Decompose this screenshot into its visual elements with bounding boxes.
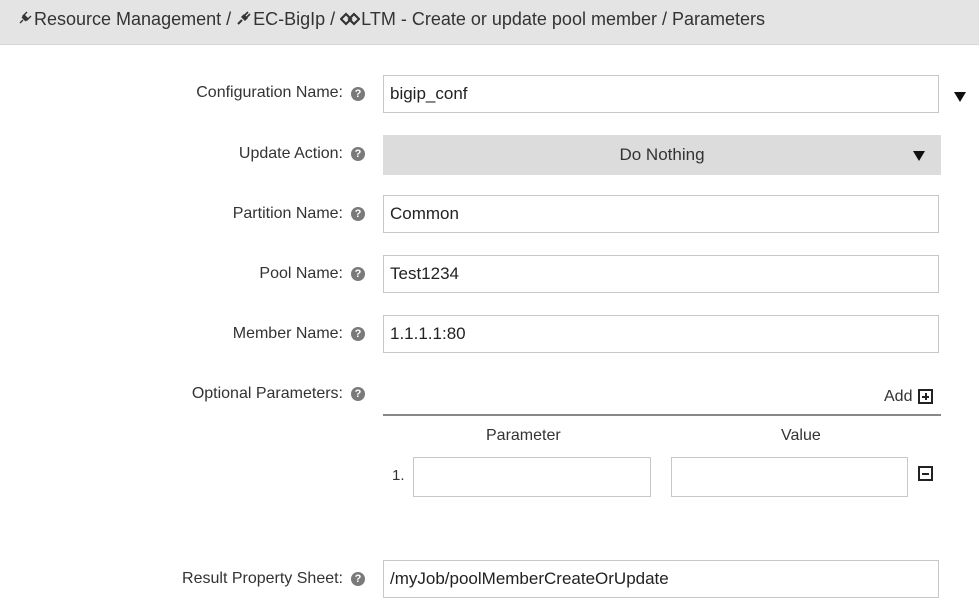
configuration-name-field[interactable]: bigip_conf [383,75,939,113]
row-index: 1. [392,467,405,484]
help-icon[interactable]: ? [351,147,365,161]
column-header-parameter: Parameter [486,427,561,444]
plug-icon [236,1,252,39]
column-header-value: Value [781,427,821,444]
breadcrumb-item-current: Parameters [671,9,766,29]
minus-icon[interactable] [918,466,933,481]
configuration-name-label: Configuration Name: [196,84,343,101]
partition-name-label: Partition Name: [232,205,343,222]
member-name-field[interactable]: 1.1.1.1:80 [383,315,939,353]
partition-name-field[interactable]: Common [383,195,939,233]
help-icon[interactable]: ? [351,267,365,281]
add-parameter-button[interactable]: Add [884,388,912,406]
update-action-label: Update Action: [238,145,343,162]
help-icon[interactable]: ? [351,572,365,586]
breadcrumb-item[interactable]: LTM - Create or update pool member [361,9,657,29]
configuration-name-dropdown-icon[interactable] [954,92,966,102]
help-icon[interactable]: ? [351,207,365,221]
help-icon[interactable]: ? [351,327,365,341]
breadcrumb-separator: / [226,9,232,29]
help-icon[interactable]: ? [351,87,365,101]
diamonds-icon [339,1,361,39]
optional-parameters-label: Optional Parameters: [191,385,343,402]
breadcrumb-separator: / [661,9,667,29]
breadcrumb-separator: / [330,9,336,29]
pool-name-label: Pool Name: [259,265,343,282]
value-input[interactable] [671,457,908,497]
help-icon[interactable]: ? [351,387,365,401]
pool-name-field[interactable]: Test1234 [383,255,939,293]
chevron-down-icon [913,151,925,161]
result-property-sheet-label: Result Property Sheet: [182,570,343,587]
plus-icon[interactable] [918,389,933,404]
update-action-select[interactable]: Do Nothing [383,135,941,175]
parameter-input[interactable] [413,457,651,497]
result-property-sheet-field[interactable]: /myJob/poolMemberCreateOrUpdate [383,560,939,598]
divider [383,414,941,416]
breadcrumb: Resource Management / EC-BigIp / LTM - Cre… [0,0,979,45]
update-action-value: Do Nothing [619,145,705,164]
breadcrumb-item[interactable]: EC-BigIp [253,9,325,29]
breadcrumb-item[interactable]: Resource Management [34,9,221,29]
plug-outline-icon [17,1,33,39]
member-name-label: Member Name: [232,325,343,342]
